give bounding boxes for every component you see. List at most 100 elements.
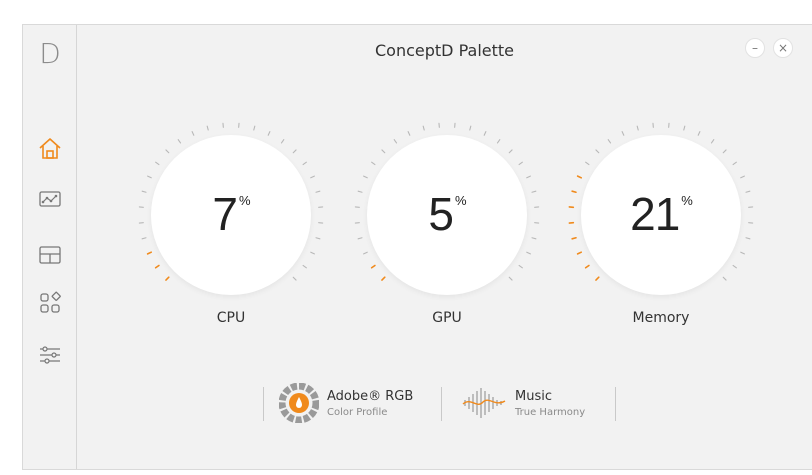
gauge-tick bbox=[469, 125, 472, 131]
gauge-tick bbox=[155, 161, 160, 166]
gauge-tick bbox=[483, 131, 487, 136]
gauge-tick bbox=[177, 139, 182, 144]
gauge-tick bbox=[357, 190, 363, 193]
gauge-tick bbox=[636, 125, 639, 131]
gauge-tick bbox=[393, 139, 398, 144]
apps-icon bbox=[40, 291, 61, 313]
gauge-value: 5% bbox=[428, 188, 466, 240]
divider bbox=[615, 387, 616, 421]
gauge-value: 7% bbox=[212, 188, 250, 240]
gauge-memory: 21% Memory bbox=[561, 122, 761, 334]
gauge-tick bbox=[363, 175, 368, 179]
sidebar: D bbox=[23, 25, 77, 469]
gauge-tick bbox=[302, 264, 307, 269]
gauge-label: GPU bbox=[432, 310, 462, 326]
gauge-value: 21% bbox=[630, 188, 693, 240]
gauge-tick bbox=[740, 251, 745, 255]
gauge-tick bbox=[165, 149, 170, 154]
app-logo: D bbox=[39, 37, 61, 70]
gauge-tick bbox=[381, 276, 386, 281]
gauge-cpu: 7% CPU bbox=[131, 122, 331, 334]
gauge-tick bbox=[745, 190, 751, 193]
gauge-tick bbox=[531, 190, 537, 193]
gauge-tick bbox=[518, 264, 523, 269]
close-button[interactable]: × bbox=[773, 38, 793, 58]
audio-profile-sub: True Harmony bbox=[515, 406, 586, 418]
divider bbox=[441, 387, 442, 421]
audio-profile-button[interactable]: Music True Harmony bbox=[461, 383, 585, 423]
gauge-tick bbox=[496, 139, 501, 144]
gauge-tick bbox=[363, 251, 368, 255]
gauge-tick bbox=[732, 264, 737, 269]
layout-icon bbox=[39, 246, 61, 264]
gauge-tick bbox=[407, 131, 411, 136]
gauge-tick bbox=[576, 251, 583, 255]
gauge-tick bbox=[576, 175, 583, 179]
gauge-tick bbox=[191, 131, 195, 136]
gauge-label: CPU bbox=[216, 310, 246, 326]
gauge-tick bbox=[154, 264, 160, 269]
gauge-tick bbox=[621, 131, 625, 136]
gauge-tick bbox=[292, 149, 297, 154]
gauge-tick bbox=[585, 161, 590, 166]
gauge-tick bbox=[571, 236, 577, 240]
gauge-tick bbox=[422, 125, 425, 131]
gauge-tick bbox=[370, 264, 376, 269]
gauge-tick bbox=[595, 149, 600, 154]
gauge-tick bbox=[315, 237, 321, 240]
audio-profile-name: Music bbox=[515, 388, 552, 404]
sidebar-item-home[interactable] bbox=[34, 133, 66, 165]
gauge-tick bbox=[357, 237, 363, 240]
gauge-tick bbox=[683, 125, 686, 131]
display-graph-icon bbox=[39, 191, 61, 207]
gauge-tick bbox=[310, 175, 315, 179]
gauge-tick bbox=[371, 161, 376, 166]
gauge-tick bbox=[508, 149, 513, 154]
gauge-tick bbox=[206, 125, 209, 131]
gauge-face: 5% bbox=[367, 135, 527, 295]
sliders-icon bbox=[40, 346, 60, 364]
sound-wave-icon bbox=[462, 388, 506, 418]
gauge-tick bbox=[710, 139, 715, 144]
gauge-tick bbox=[722, 276, 727, 281]
minimize-button[interactable]: – bbox=[745, 38, 765, 58]
sidebar-item-layout[interactable] bbox=[34, 239, 66, 271]
gauge-face: 7% bbox=[151, 135, 311, 295]
gauge-tick bbox=[381, 149, 386, 154]
gauge-tick bbox=[732, 161, 737, 166]
app-window: D ConceptD Palette – × 7 % CPU 5 % GPU 2… bbox=[22, 24, 812, 470]
gauge-tick bbox=[165, 276, 170, 281]
gauge-tick bbox=[280, 139, 285, 144]
gauge-tick bbox=[526, 251, 531, 255]
gauge-tick bbox=[147, 175, 152, 179]
gauge-tick bbox=[141, 190, 147, 193]
gauge-tick bbox=[584, 264, 590, 269]
gauge-gpu: 5% GPU bbox=[347, 122, 547, 334]
gauge-tick bbox=[526, 175, 531, 179]
gauge-tick bbox=[292, 276, 297, 281]
home-icon bbox=[39, 138, 61, 159]
gauge-label: Memory bbox=[632, 310, 690, 326]
gauge-tick bbox=[315, 190, 321, 193]
sidebar-item-settings[interactable] bbox=[34, 339, 66, 371]
gauge-tick bbox=[146, 251, 153, 255]
gauge-tick bbox=[722, 149, 727, 154]
gauge-tick bbox=[531, 237, 537, 240]
sidebar-item-apps[interactable] bbox=[34, 287, 66, 319]
color-profile-name: Adobe® RGB bbox=[327, 388, 414, 404]
gauge-tick bbox=[607, 139, 612, 144]
gauge-tick bbox=[745, 237, 751, 240]
gauge-tick bbox=[253, 125, 256, 131]
color-wheel-icon bbox=[279, 383, 319, 423]
gauge-tick bbox=[310, 251, 315, 255]
gauge-tick bbox=[267, 131, 271, 136]
gauge-tick bbox=[141, 237, 147, 240]
color-profile-sub: Color Profile bbox=[327, 406, 388, 418]
sidebar-item-display[interactable] bbox=[34, 184, 66, 216]
gauge-tick bbox=[571, 190, 577, 194]
gauge-tick bbox=[302, 161, 307, 166]
color-profile-button[interactable]: Adobe® RGB Color Profile bbox=[279, 383, 413, 423]
gauge-tick bbox=[508, 276, 513, 281]
gauge-tick bbox=[697, 131, 701, 136]
gauge-tick bbox=[595, 276, 600, 281]
